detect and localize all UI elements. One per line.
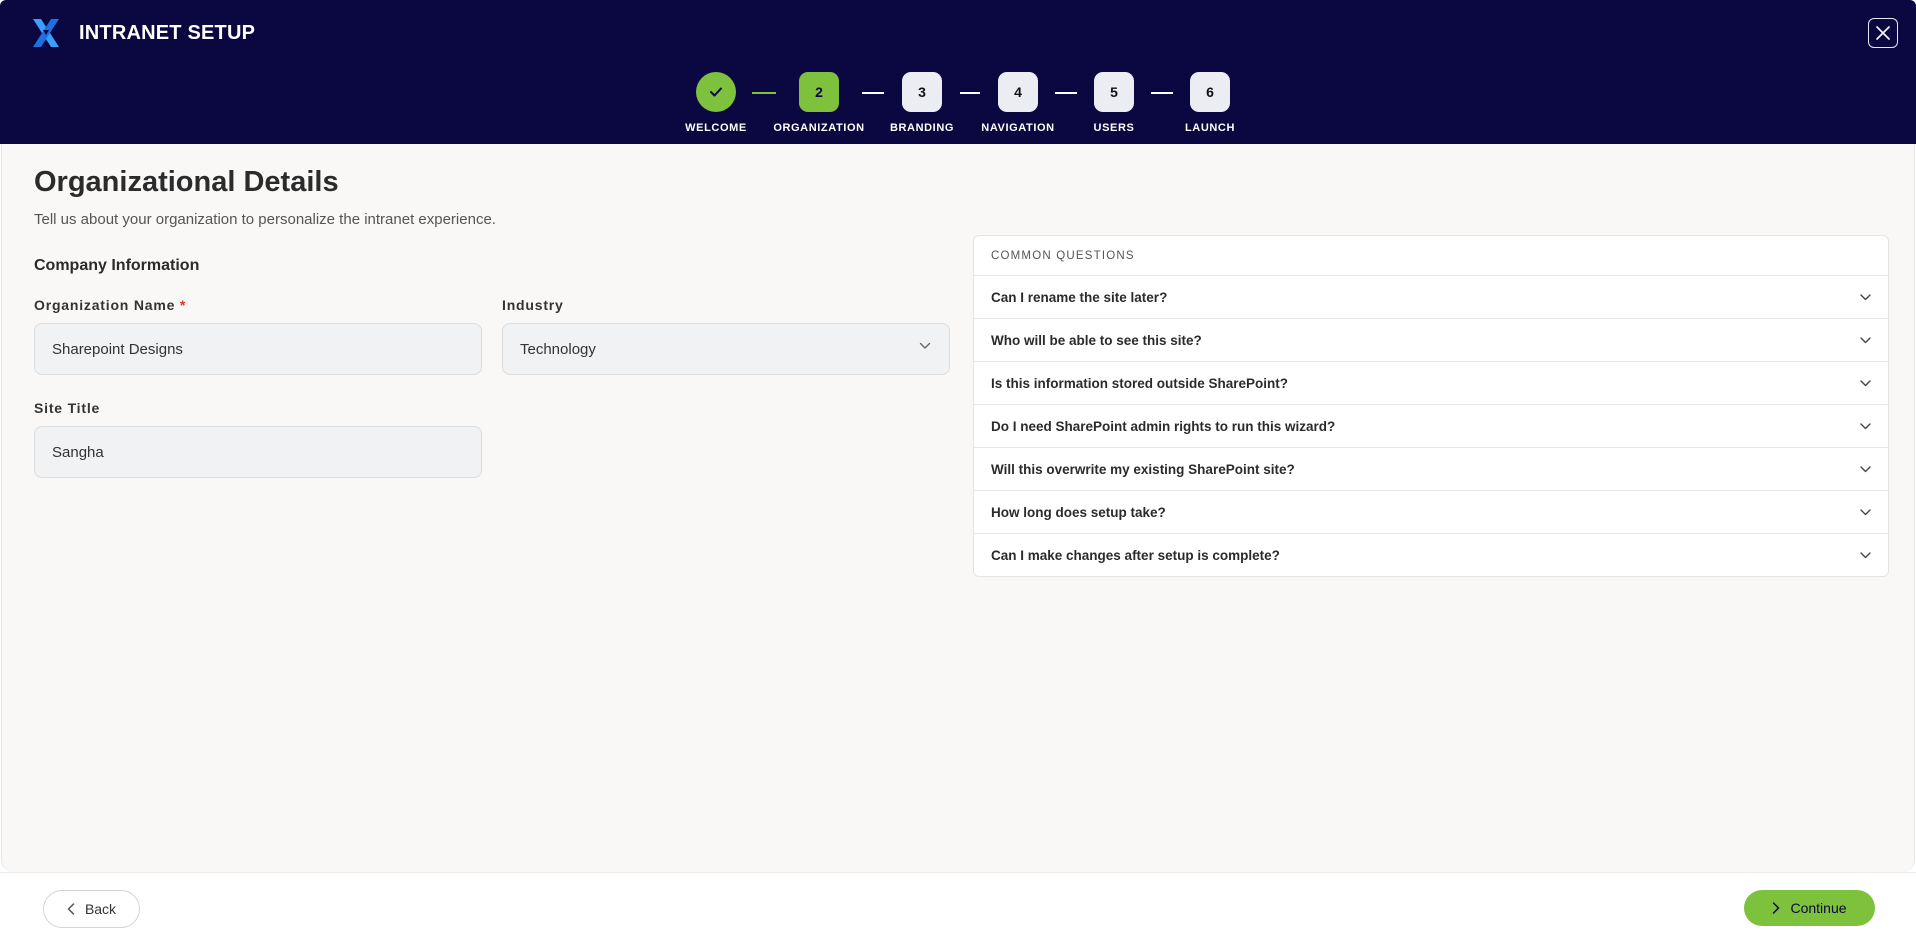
faq-question: Will this overwrite my existing SharePoi… — [991, 461, 1295, 477]
continue-button[interactable]: Continue — [1744, 890, 1875, 926]
step-launch[interactable]: 6 LAUNCH — [1150, 72, 1270, 134]
wizard-footer: Back Continue — [0, 872, 1916, 938]
industry-value: Technology — [520, 340, 596, 358]
chevron-left-icon — [67, 903, 75, 915]
faq-question: Can I make changes after setup is comple… — [991, 548, 1280, 563]
industry-label: Industry — [502, 297, 564, 313]
app-title: INTRANET SETUP — [79, 21, 256, 44]
chevron-right-icon — [1773, 902, 1780, 914]
faq-item[interactable]: How long does setup take? — [974, 491, 1888, 534]
step-badge: 2 — [799, 72, 839, 112]
logo-icon — [33, 19, 59, 47]
chevron-down-icon — [1860, 508, 1871, 515]
faq-item[interactable]: Can I make changes after setup is comple… — [974, 534, 1888, 577]
site-title-value: Sangha — [52, 443, 104, 461]
close-icon — [1876, 26, 1890, 40]
step-welcome[interactable]: WELCOME — [656, 72, 776, 134]
chevron-down-icon — [1860, 465, 1871, 472]
faq-question: Who will be able to see this site? — [991, 332, 1202, 348]
site-title-label: Site Title — [34, 400, 101, 416]
section-title: Company Information — [34, 257, 200, 274]
required-mark: * — [179, 297, 187, 313]
chevron-down-icon — [1860, 422, 1871, 429]
faq-item[interactable]: Do I need SharePoint admin rights to run… — [974, 405, 1888, 448]
step-label: ORGANIZATION — [773, 122, 865, 134]
chevron-down-icon — [1860, 336, 1871, 343]
faq-item[interactable]: Can I rename the site later? — [974, 276, 1888, 319]
industry-select[interactable]: Technology — [502, 323, 950, 375]
step-label: LAUNCH — [1184, 122, 1236, 134]
step-badge: 3 — [902, 72, 942, 112]
faq-item[interactable]: Will this overwrite my existing SharePoi… — [974, 448, 1888, 491]
chevron-down-icon — [1860, 293, 1871, 300]
main-content: Organizational Details Tell us about you… — [1, 144, 1915, 872]
faq-item[interactable]: Is this information stored outside Share… — [974, 362, 1888, 405]
site-title-input[interactable]: Sangha — [34, 426, 482, 478]
step-badge: 4 — [998, 72, 1038, 112]
faq-heading: COMMON QUESTIONS — [974, 236, 1888, 276]
brand: INTRANET SETUP — [32, 18, 255, 48]
wizard-header: INTRANET SETUP WELCOME 2 ORGANIZATION 3 … — [0, 0, 1916, 144]
step-label: WELCOME — [685, 122, 747, 134]
close-button[interactable] — [1868, 18, 1898, 48]
back-button[interactable]: Back — [43, 890, 140, 928]
step-badge-done — [696, 72, 736, 112]
check-icon — [710, 87, 722, 97]
faq-question: Can I rename the site later? — [991, 289, 1168, 305]
page-subtitle: Tell us about your organization to perso… — [34, 211, 496, 228]
faq-question: Do I need SharePoint admin rights to run… — [991, 418, 1336, 434]
faq-question: Is this information stored outside Share… — [991, 375, 1289, 391]
org-name-value: Sharepoint Designs — [52, 340, 183, 358]
org-name-input[interactable]: Sharepoint Designs — [34, 323, 482, 375]
step-organization[interactable]: 2 ORGANIZATION — [759, 72, 879, 134]
step-badge: 6 — [1190, 72, 1230, 112]
chevron-down-icon — [1860, 552, 1871, 559]
faq-question: How long does setup take? — [991, 504, 1166, 520]
continue-label: Continue — [1790, 900, 1847, 916]
org-name-label-text: Organization Name — [34, 297, 176, 313]
chevron-down-icon — [919, 342, 931, 349]
faq-panel: COMMON QUESTIONS Can I rename the site l… — [973, 235, 1889, 577]
step-badge: 5 — [1094, 72, 1134, 112]
org-name-label: Organization Name * — [34, 297, 186, 313]
progress-stepper: WELCOME 2 ORGANIZATION 3 BRANDING 4 NAVI… — [0, 72, 1916, 144]
page-title: Organizational Details — [34, 166, 339, 198]
chevron-down-icon — [1860, 379, 1871, 386]
faq-item[interactable]: Who will be able to see this site? — [974, 319, 1888, 362]
back-label: Back — [84, 901, 117, 917]
